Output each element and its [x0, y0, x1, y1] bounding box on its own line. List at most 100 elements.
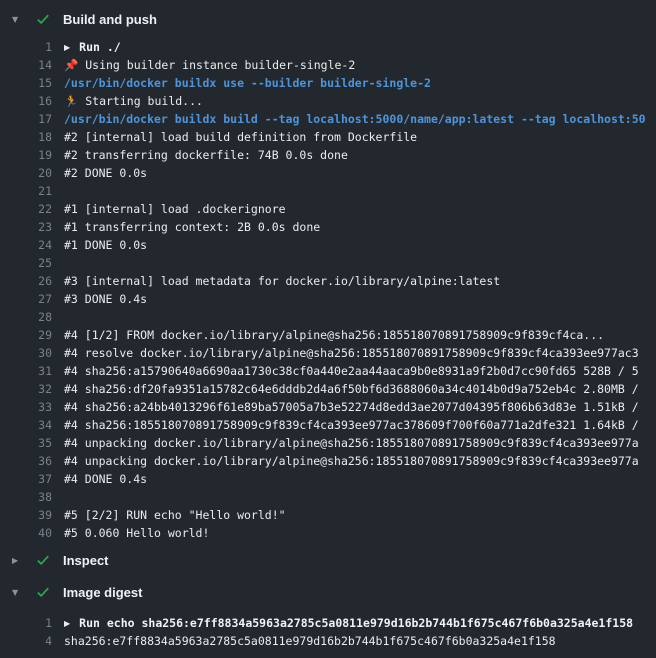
line-text: #4 [1/2] FROM docker.io/library/alpine@s… [64, 326, 604, 344]
line-text: #2 transferring dockerfile: 74B 0.0s don… [64, 146, 348, 164]
line-number: 18 [0, 128, 52, 146]
line-number: 24 [0, 236, 52, 254]
log-line: 25 [0, 254, 656, 272]
check-icon [35, 11, 51, 27]
line-text: #4 unpacking docker.io/library/alpine@sh… [64, 434, 639, 452]
line-text: sha256:e7ff8834a5963a2785c5a0811e979d16b… [64, 632, 556, 650]
line-text: #3 [internal] load metadata for docker.i… [64, 272, 500, 290]
section-body-image-digest: 1 ▶ Run echo sha256:e7ff8834a5963a2785c5a0… [0, 614, 656, 650]
log-line: 21 [0, 182, 656, 200]
log-line: 23 #1 transferring context: 2B 0.0s done [0, 218, 656, 236]
log-line: 17/usr/bin/docker buildx build --tag loc… [0, 110, 656, 128]
line-number: 29 [0, 326, 52, 344]
line-text: 🏃 Starting build... [64, 92, 203, 110]
line-number: 37 [0, 470, 52, 488]
line-text: #4 DONE 0.4s [64, 470, 147, 488]
line-number: 1 [0, 614, 52, 632]
log-line: 36#4 unpacking docker.io/library/alpine@… [0, 452, 656, 470]
line-number: 39 [0, 506, 52, 524]
line-text: #4 sha256:df20fa9351a15782c64e6dddb2d4a6… [64, 380, 639, 398]
line-number: 19 [0, 146, 52, 164]
line-number: 14 [0, 56, 52, 74]
line-number: 33 [0, 398, 52, 416]
section-header-inspect[interactable]: ▶ Inspect [0, 549, 656, 571]
chevron-right-icon[interactable]: ▶ [12, 556, 26, 565]
line-text: #1 [internal] load .dockerignore [64, 200, 286, 218]
section-title: Build and push [63, 12, 157, 27]
log-line: 22 #1 [internal] load .dockerignore [0, 200, 656, 218]
section-title: Inspect [63, 553, 109, 568]
line-text: /usr/bin/docker buildx build --tag local… [64, 110, 646, 128]
line-text: /usr/bin/docker buildx use --builder bui… [64, 74, 431, 92]
line-text: #5 [2/2] RUN echo "Hello world!" [64, 506, 286, 524]
workflow-log-viewer: ▼Build and push1▶Run ./14📌 Using builder… [0, 0, 656, 658]
log-line: 33 #4 sha256:a24bb4013296f61e89ba57005a7b… [0, 398, 656, 416]
line-text: ▶ Run echo sha256:e7ff8834a5963a2785c5a08… [64, 614, 633, 632]
section-header-build-and-push[interactable]: ▼ Build and push [0, 8, 656, 30]
line-number: 17 [0, 110, 52, 128]
chevron-down-icon[interactable]: ▼ [12, 15, 26, 24]
line-number: 23 [0, 218, 52, 236]
log-line: 15/usr/bin/docker buildx use --builder b… [0, 74, 656, 92]
line-number: 20 [0, 164, 52, 182]
line-number: 4 [0, 632, 52, 650]
line-number: 30 [0, 344, 52, 362]
expand-arrow-icon[interactable]: ▶ [64, 39, 70, 56]
line-number: 38 [0, 488, 52, 506]
line-number: 26 [0, 272, 52, 290]
line-number: 40 [0, 524, 52, 542]
check-icon [35, 552, 51, 568]
log-line: 32 #4 sha256:df20fa9351a15782c64e6dddb2d4… [0, 380, 656, 398]
expand-arrow-icon[interactable]: ▶ [64, 615, 70, 632]
log-line: 14 📌 Using builder instance builder-singl… [0, 56, 656, 74]
run-command-text: Run echo sha256:e7ff8834a5963a2785c5a081… [79, 616, 633, 630]
line-number: 25 [0, 254, 52, 272]
line-text: #2 [internal] load build definition from… [64, 128, 417, 146]
log-line: 20 #2 DONE 0.0s [0, 164, 656, 182]
check-icon [35, 584, 51, 600]
log-line: 29 #4 [1/2] FROM docker.io/library/alpine… [0, 326, 656, 344]
section-header-image-digest[interactable]: ▼ Image digest [0, 581, 656, 603]
log-line: 18 #2 [internal] load build definition fr… [0, 128, 656, 146]
log-line: 31 #4 sha256:a15790640a6690aa1730c38cf0a4… [0, 362, 656, 380]
section-title: Image digest [63, 585, 142, 600]
section-gap [0, 571, 656, 581]
log-line: 19 #2 transferring dockerfile: 74B 0.0s d… [0, 146, 656, 164]
log-line[interactable]: 1 ▶ Run echo sha256:e7ff8834a5963a2785c5a0… [0, 614, 656, 632]
log-line: 27#3 DONE 0.4s [0, 290, 656, 308]
line-number: 28 [0, 308, 52, 326]
line-number: 31 [0, 362, 52, 380]
log-line: 35#4 unpacking docker.io/library/alpine@… [0, 434, 656, 452]
line-text: #4 resolve docker.io/library/alpine@sha2… [64, 344, 639, 362]
line-number: 27 [0, 290, 52, 308]
line-text: #1 DONE 0.0s [64, 236, 147, 254]
log-line: 30 #4 resolve docker.io/library/alpine@sh… [0, 344, 656, 362]
line-number: 32 [0, 380, 52, 398]
log-line: 37 #4 DONE 0.4s [0, 470, 656, 488]
line-text: 📌 Using builder instance builder-single-… [64, 56, 355, 74]
log-line: 28 [0, 308, 656, 326]
line-text: #2 DONE 0.0s [64, 164, 147, 182]
chevron-down-icon[interactable]: ▼ [12, 588, 26, 597]
line-text: #4 sha256:a24bb4013296f61e89ba57005a7b3e… [64, 398, 639, 416]
log-line: 40 #5 0.060 Hello world! [0, 524, 656, 542]
line-number: 36 [0, 452, 52, 470]
section-body-build-and-push: 1 ▶ Run ./ 14 📌 Using builder instance build… [0, 38, 656, 542]
log-line: 26 #3 [internal] load metadata for docker… [0, 272, 656, 290]
log-line: 16 🏃 Starting build... [0, 92, 656, 110]
line-text: #4 sha256:a15790640a6690aa1730c38cf0a440… [64, 362, 639, 380]
line-text: ▶ Run ./ [64, 38, 121, 56]
log-line: 34#4 sha256:185518070891758909c9f839cf4c… [0, 416, 656, 434]
run-command-text: Run ./ [79, 40, 121, 54]
line-number: 16 [0, 92, 52, 110]
line-number: 15 [0, 74, 52, 92]
log-line: 4 sha256:e7ff8834a5963a2785c5a0811e979d16… [0, 632, 656, 650]
line-number: 34 [0, 416, 52, 434]
line-text: #5 0.060 Hello world! [64, 524, 209, 542]
line-number: 21 [0, 182, 52, 200]
log-line[interactable]: 1 ▶ Run ./ [0, 38, 656, 56]
line-text: #1 transferring context: 2B 0.0s done [64, 218, 320, 236]
log-line: 39 #5 [2/2] RUN echo "Hello world!" [0, 506, 656, 524]
line-number: 22 [0, 200, 52, 218]
line-number: 1 [0, 38, 52, 56]
